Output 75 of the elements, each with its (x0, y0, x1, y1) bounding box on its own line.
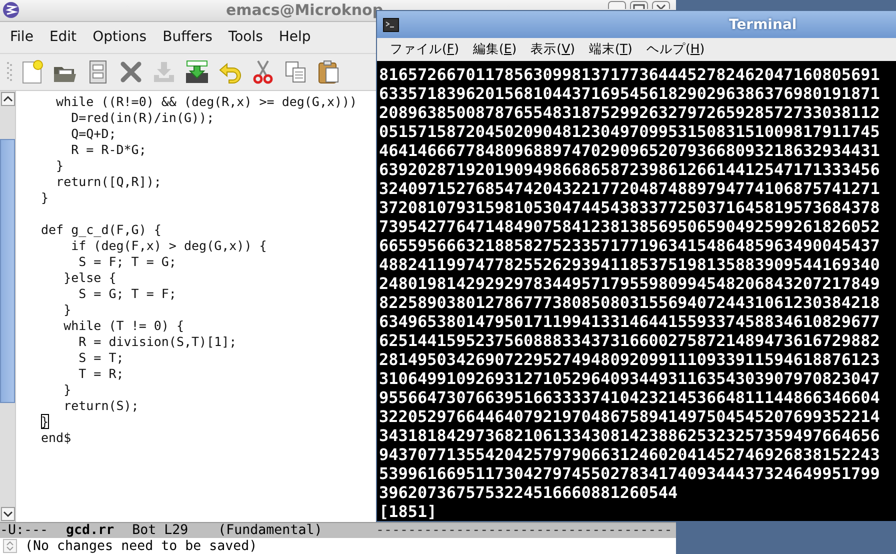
code-line: return(S); (62, 398, 140, 414)
mode-line-dashes: ------------------------------------- (376, 523, 672, 538)
menu-item[interactable]: ファイル(F) (383, 41, 466, 58)
output-line: 3431818429736821061334308142388625323257359497664656 (379, 426, 881, 445)
output-line: 5399616695117304279745502783417409344437324649951799 (379, 464, 881, 483)
code-line: end$ (41, 430, 72, 446)
scrollbar-thumb[interactable] (0, 138, 15, 404)
code-line: S = F; T = G; (78, 254, 178, 270)
menu-item[interactable]: File (2, 29, 42, 46)
code-line: while (T != 0) { (62, 318, 185, 334)
output-line: 2089638500878765548318752992632797265928572733038112 (379, 103, 881, 122)
menu-item[interactable]: Edit (41, 29, 85, 46)
window-title: emacs@Microknop (226, 1, 384, 20)
output-line: 0515715872045020904812304970995315083151009817911745 (379, 122, 881, 141)
scroll-down-icon[interactable] (1, 507, 15, 522)
minimize-icon[interactable] (608, 1, 626, 9)
output-line: 3220529766446407921970486758941497504545207699352214 (379, 407, 881, 426)
output-line: 6655956663218858275233571771963415486485963490045437 (379, 236, 881, 255)
menu-item[interactable]: ヘルプ(H) (639, 41, 712, 58)
echo-message: (No changes need to be saved) (25, 538, 258, 554)
maximize-icon[interactable] (630, 1, 648, 9)
output-line: 6392028719201909498668658723986126614412547171333456 (379, 160, 881, 179)
output-line: [1851] (379, 502, 438, 521)
code-line: }else { (62, 270, 118, 286)
menu-item[interactable]: Tools (220, 29, 271, 46)
code-line: D=red(in(R)/in(G)); (70, 110, 216, 126)
code-line: R = R-D*G; (70, 142, 148, 158)
menu-item[interactable]: Buffers (154, 29, 220, 46)
code-line: T = R; (78, 366, 125, 382)
output-line: 4882411997477825526293941185375198135883909544169340 (379, 255, 881, 274)
buffer-name: gcd.rr (66, 523, 114, 538)
output-line: 3720810793159810530474454383377250371645819573684378 (379, 198, 881, 217)
code-line: while ((R!=0) && (deg(R,x) >= deg(G,x))) (55, 94, 358, 110)
code-line: R = division(S,T)[1]; (78, 334, 238, 350)
tray-download-icon[interactable] (184, 58, 210, 85)
output-line: 2814950342690722952749480920991110933911594618876123 (379, 350, 881, 369)
code-line: } (41, 414, 50, 430)
output-line: 6349653801479501711994133146441559337458834610829677 (379, 312, 881, 331)
code-line: S = G; T = F; (78, 286, 178, 302)
menu-item[interactable]: 編集(E) (466, 41, 524, 58)
terminal-icon (383, 18, 399, 32)
code-line: } (62, 382, 72, 398)
menu-item[interactable]: Help (270, 29, 319, 46)
output-line: 3962073675753224516660881260544 (379, 483, 679, 502)
output-line: 3240971527685474204322177204874889794774106875741271 (379, 179, 881, 198)
buffer-status: -U:--- (0, 523, 48, 538)
scroll-up-icon[interactable] (1, 92, 15, 106)
menu-item[interactable]: Options (84, 29, 155, 46)
scroll-arrows-icon[interactable] (3, 539, 17, 553)
code-line: } (55, 158, 65, 174)
app-logo-icon (2, 1, 20, 20)
close-icon[interactable] (652, 1, 670, 9)
code-line: def g_c_d(F,G) { (41, 222, 162, 238)
output-line: 7395427764714849075841238138569506590492599261826052 (379, 217, 881, 236)
code-line: Q=Q+D; (70, 126, 118, 142)
code-line: } (41, 190, 50, 206)
output-line: 8225890380127867773808508031556940724431061230384218 (379, 293, 881, 312)
output-line: 6335718396201568104437169545618290296386376980191871 (379, 84, 881, 103)
output-line: 2480198142929297834495717955980994548206843207217849 (379, 274, 881, 293)
buffer-position: Bot L29 (132, 523, 188, 538)
window-title: Terminal (729, 16, 797, 32)
code-line: if (deg(F,x) > deg(G,x)) { (70, 238, 268, 254)
output-line: 3106499109269312710529640934493116354303907970823047 (379, 369, 881, 388)
output-line: 6251441595237560888334373166002758721489473616729882 (379, 331, 881, 350)
menu-item[interactable]: 表示(V) (524, 41, 582, 58)
menu-item[interactable]: 端末(T) (582, 41, 640, 58)
code-line: } (62, 302, 72, 318)
major-mode: (Fundamental) (218, 523, 322, 538)
output-line: 9437077135542042579790663124602041452746926838152243 (379, 445, 881, 464)
output-line: 8165726670117856309981371773644452782462047160805691 (379, 65, 881, 84)
grip-handle-icon[interactable] (6, 60, 12, 84)
output-line: 9556647307663951663333741042321453664811144866346604 (379, 388, 881, 407)
code-line: S = T; (78, 350, 125, 366)
output-line: 4641466677848096889747029096520793668093218632934431 (379, 141, 881, 160)
code-line: return([Q,R]); (55, 174, 162, 190)
